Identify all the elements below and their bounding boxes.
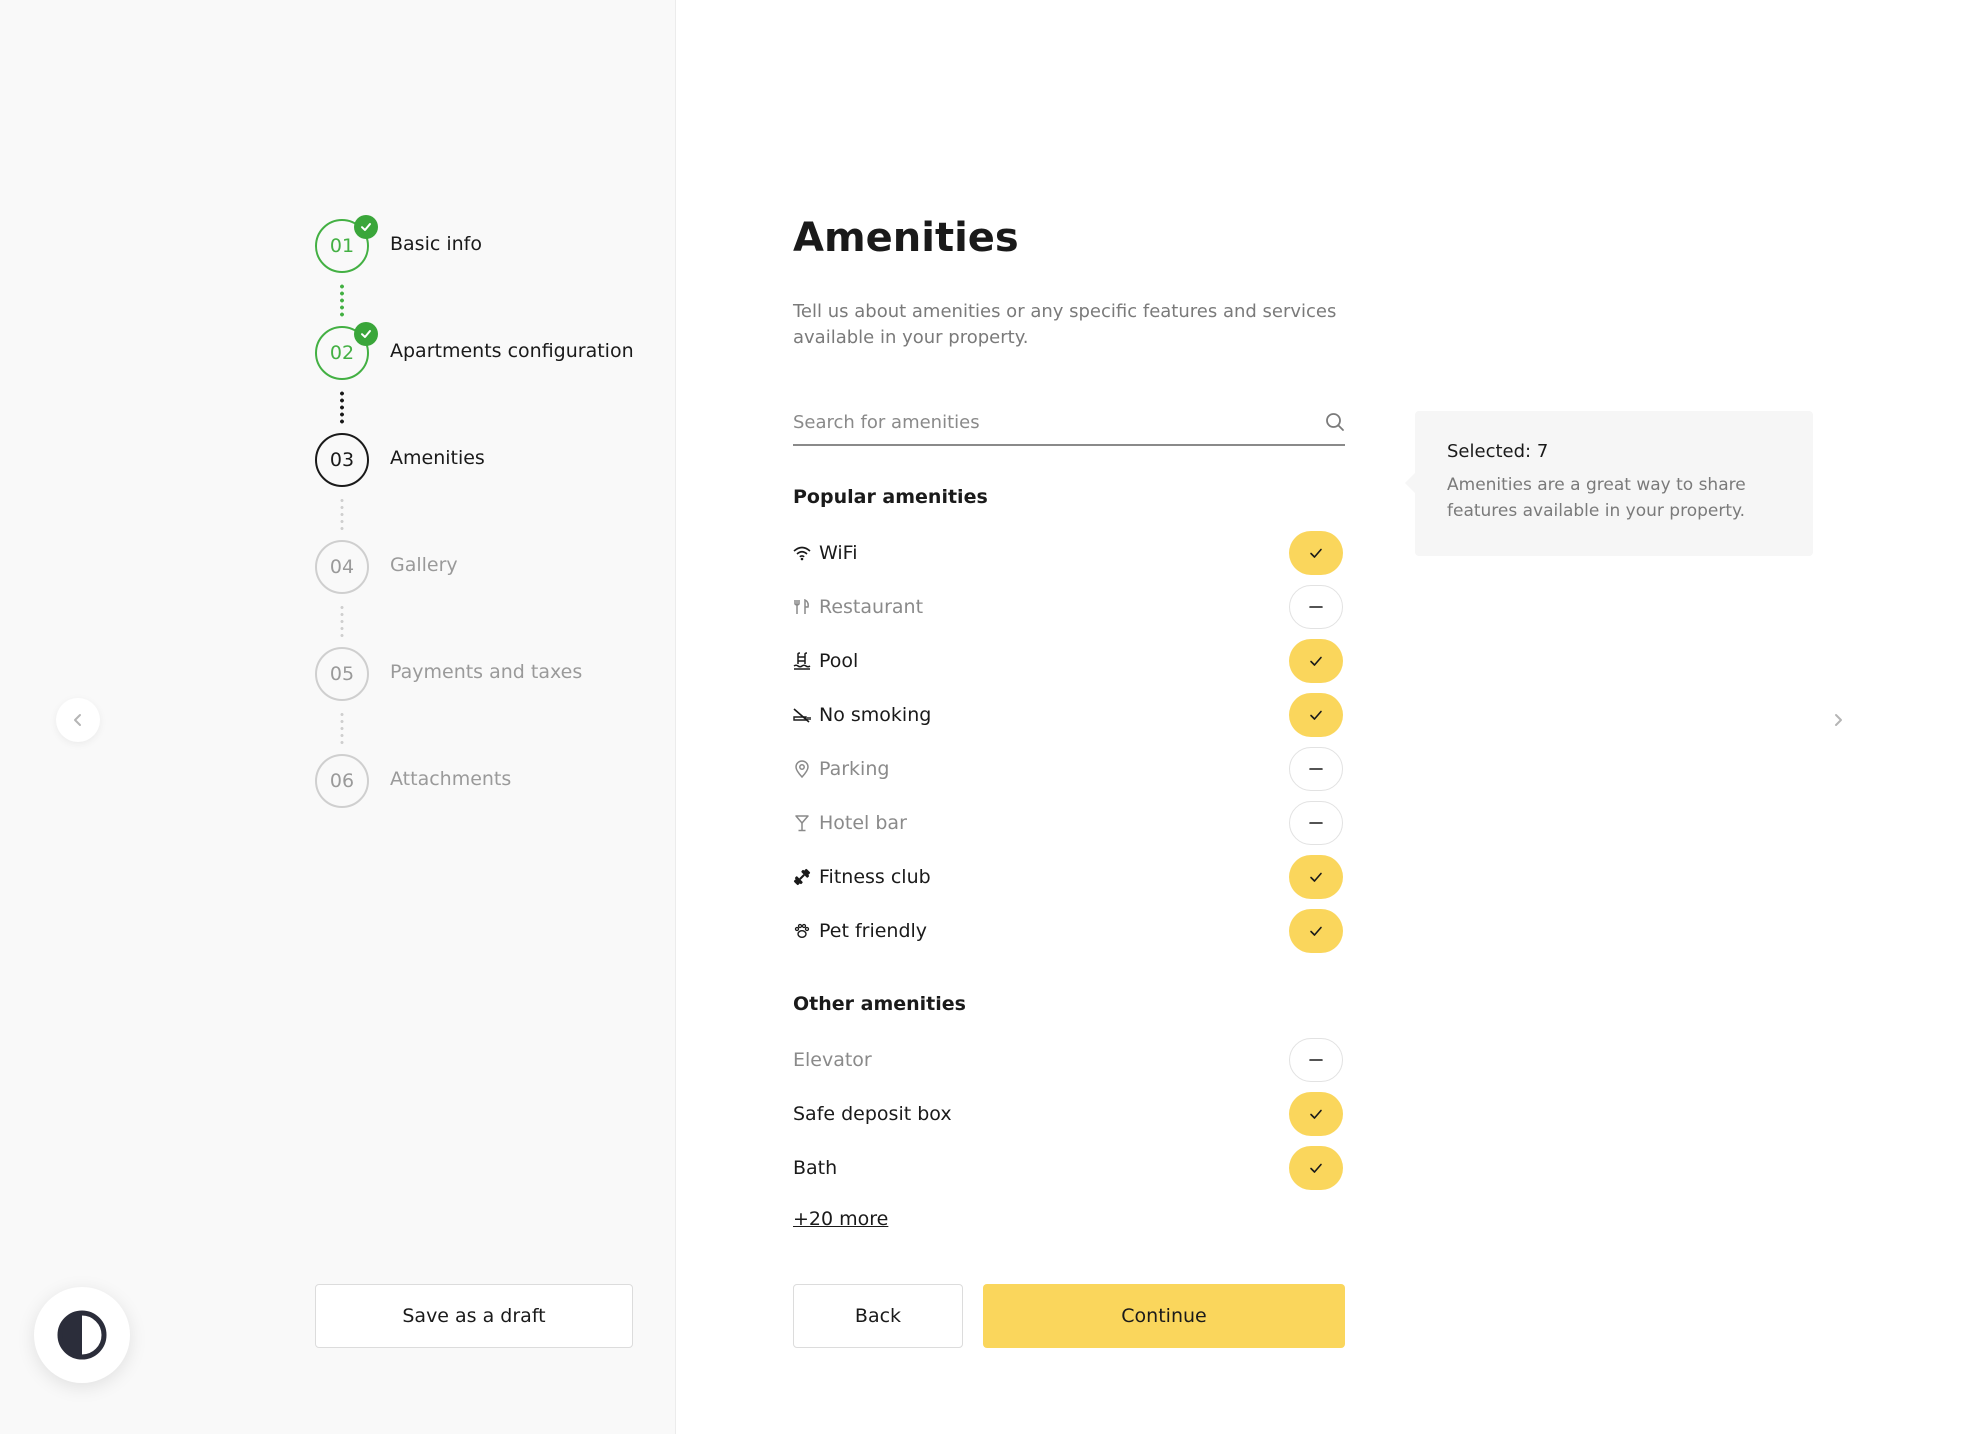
search-bar <box>793 400 1345 446</box>
check-icon <box>354 322 378 346</box>
amenity-toggle[interactable] <box>1289 639 1343 683</box>
step-label: Attachments <box>390 768 512 790</box>
list-item: No smoking <box>793 688 1345 742</box>
selected-count: Selected: 7 <box>1447 441 1549 462</box>
page-subtitle: Tell us about amenities or any specific … <box>793 301 1337 348</box>
step-connector <box>340 604 344 640</box>
list-item: Fitness club <box>793 850 1345 904</box>
amenity-label: Bath <box>793 1157 838 1179</box>
amenity-toggle[interactable] <box>1289 747 1343 791</box>
chevron-left-icon <box>74 714 81 726</box>
amenity-toggle[interactable] <box>1289 909 1343 953</box>
check-icon <box>1310 710 1322 720</box>
amenity-toggle[interactable] <box>1289 801 1343 845</box>
page-title: Amenities <box>793 215 1019 261</box>
amenity-label: No smoking <box>819 704 932 726</box>
step-connector <box>340 497 344 533</box>
list-item: Bath <box>793 1141 1345 1195</box>
step-label: Amenities <box>390 447 485 469</box>
search-icon[interactable] <box>1325 412 1345 432</box>
amenity-label: Pet friendly <box>819 920 928 942</box>
dumbbell-icon <box>793 868 811 886</box>
amenity-label: Hotel bar <box>819 812 907 834</box>
continue-button[interactable]: Continue <box>983 1284 1345 1348</box>
step-connector <box>340 283 344 319</box>
step-label: Basic info <box>390 233 482 255</box>
info-description: Amenities are a great way to share featu… <box>1447 475 1746 521</box>
check-icon <box>354 215 378 239</box>
show-more-link[interactable]: +20 more <box>793 1208 888 1230</box>
amenity-toggle[interactable] <box>1289 855 1343 899</box>
check-icon <box>1310 926 1322 936</box>
amenity-label: WiFi <box>819 542 858 564</box>
list-item: Pet friendly <box>793 904 1345 958</box>
amenity-toggle[interactable] <box>1289 1038 1343 1082</box>
amenity-label: Elevator <box>793 1049 872 1071</box>
step-label: Gallery <box>390 554 458 576</box>
step-label: Apartments configuration <box>390 340 634 362</box>
list-item: Hotel bar <box>793 796 1345 850</box>
list-item: WiFi <box>793 526 1345 580</box>
other-amenities-heading: Other amenities <box>793 993 966 1015</box>
list-item: Elevator <box>793 1033 1345 1087</box>
other-amenities-list: Elevator Safe deposit box Bath <box>793 1033 1345 1195</box>
amenity-label: Fitness club <box>819 866 931 888</box>
back-button[interactable]: Back <box>793 1284 963 1348</box>
location-pin-icon <box>793 760 811 778</box>
amenity-label: Restaurant <box>819 596 924 618</box>
check-icon <box>1310 872 1322 882</box>
chevron-right-icon <box>1835 714 1842 726</box>
list-item: Pool <box>793 634 1345 688</box>
theme-toggle-button[interactable] <box>34 1287 130 1383</box>
step-number: 05 <box>315 647 369 701</box>
amenity-toggle[interactable] <box>1289 585 1343 629</box>
step-connector <box>340 390 344 426</box>
amenity-toggle[interactable] <box>1289 1146 1343 1190</box>
step-number: 04 <box>315 540 369 594</box>
cocktail-icon <box>793 814 811 832</box>
amenity-toggle[interactable] <box>1289 693 1343 737</box>
check-icon <box>1310 1109 1322 1119</box>
amenity-label: Pool <box>819 650 859 672</box>
amenity-label: Parking <box>819 758 890 780</box>
popular-amenities-list: WiFi Restaurant Pool No smoking Parking … <box>793 526 1345 958</box>
search-input[interactable] <box>793 400 1293 444</box>
utensils-icon <box>793 598 811 616</box>
selection-info-panel: Selected: 7 Amenities are a great way to… <box>1405 411 1813 556</box>
amenity-toggle[interactable] <box>1289 531 1343 575</box>
contrast-icon <box>57 1310 107 1360</box>
step-number: 06 <box>315 754 369 808</box>
check-icon <box>1310 656 1322 666</box>
wizard-sidebar: 01 Basic info 02 Apartments configuratio… <box>0 0 676 1434</box>
no-smoking-icon <box>793 706 811 724</box>
previous-arrow-button[interactable] <box>56 698 100 742</box>
save-draft-button[interactable]: Save as a draft <box>315 1284 633 1348</box>
amenity-label: Safe deposit box <box>793 1103 952 1125</box>
minus-icon <box>1309 822 1323 824</box>
popular-amenities-heading: Popular amenities <box>793 486 988 508</box>
list-item: Restaurant <box>793 580 1345 634</box>
list-item: Parking <box>793 742 1345 796</box>
next-arrow-button[interactable] <box>1816 698 1860 742</box>
check-icon <box>1310 1163 1322 1173</box>
list-item: Safe deposit box <box>793 1087 1345 1141</box>
step-connector <box>340 711 344 747</box>
wifi-icon <box>793 544 811 562</box>
check-icon <box>1310 548 1322 558</box>
step-number: 03 <box>315 433 369 487</box>
minus-icon <box>1309 768 1323 770</box>
pool-icon <box>793 652 811 670</box>
minus-icon <box>1309 1059 1323 1061</box>
step-label: Payments and taxes <box>390 661 583 683</box>
minus-icon <box>1309 606 1323 608</box>
paw-icon <box>793 922 811 940</box>
amenity-toggle[interactable] <box>1289 1092 1343 1136</box>
